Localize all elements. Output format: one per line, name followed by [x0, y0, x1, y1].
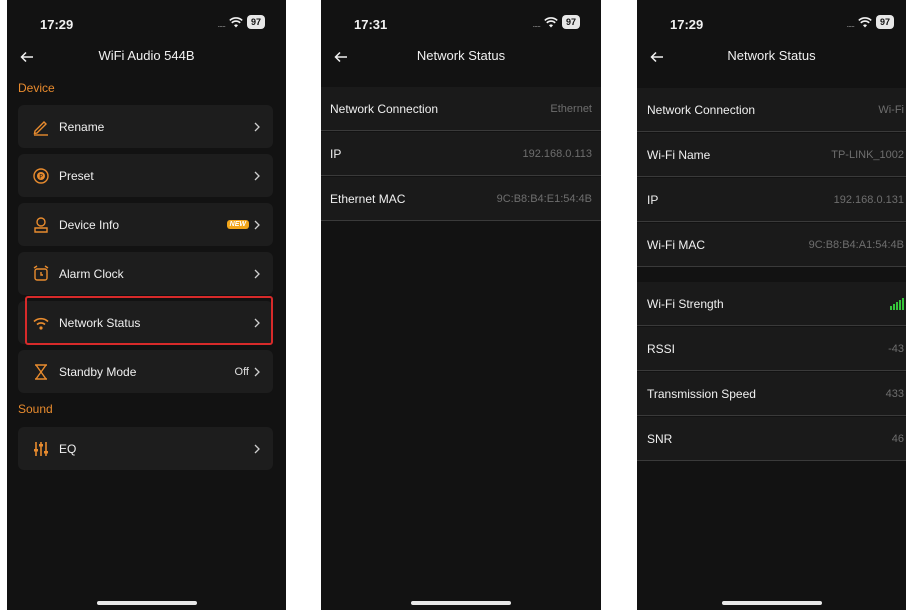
row-value: 9C:B8:B4:A1:54:4B — [808, 238, 904, 251]
eq-button[interactable]: EQ — [18, 427, 273, 470]
alarm-clock-button[interactable]: Alarm Clock — [18, 252, 273, 295]
pencil-icon — [32, 118, 50, 136]
network-status-label: Network Status — [59, 315, 141, 330]
signal-dots-icon: ..... — [217, 18, 225, 29]
row-value: 9C:B8:B4:E1:54:4B — [496, 192, 592, 205]
wifi-status-icon — [229, 16, 243, 27]
device-info-label: Device Info — [59, 217, 120, 232]
row-label: Ethernet MAC — [330, 191, 406, 206]
chevron-right-icon — [254, 444, 260, 453]
signal-dots-icon: ..... — [532, 18, 540, 29]
page-title: Network Status — [727, 48, 816, 63]
nav-bar: Network Status — [321, 45, 601, 73]
rename-label: Rename — [59, 119, 105, 134]
wifi-mac-row: Wi-Fi MAC 9C:B8:B4:A1:54:4B — [637, 223, 906, 267]
chevron-right-icon — [254, 318, 260, 327]
row-label: Transmission Speed — [647, 386, 756, 401]
row-value: 192.168.0.131 — [833, 193, 904, 206]
equalizer-icon — [32, 440, 50, 458]
standby-mode-label: Standby Mode — [59, 364, 137, 379]
hourglass-icon — [32, 363, 50, 381]
row-label: SNR — [647, 431, 673, 446]
chevron-right-icon — [254, 269, 260, 278]
ethernet-mac-row: Ethernet MAC 9C:B8:B4:E1:54:4B — [321, 177, 601, 221]
status-bar: 17:31 ..... 97 — [321, 0, 601, 45]
svg-text:P: P — [39, 173, 43, 180]
row-value: 46 — [891, 432, 904, 445]
rssi-row: RSSI -43 — [637, 327, 906, 371]
row-value: Ethernet — [550, 102, 592, 115]
nav-bar: WiFi Audio 544B — [7, 45, 286, 73]
preset-label: Preset — [59, 168, 94, 183]
device-settings-screen: 17:29 ..... 97 WiFi Audio 544B Device Re… — [7, 0, 286, 610]
wifi-name-row: Wi-Fi Name TP-LINK_1002 — [637, 133, 906, 177]
row-value: Wi-Fi — [878, 103, 904, 116]
person-icon — [32, 216, 50, 234]
ip-row: IP 192.168.0.113 — [321, 132, 601, 176]
signal-strength-icon — [890, 297, 904, 310]
row-value: -43 — [888, 342, 904, 355]
network-status-button[interactable]: Network Status — [18, 301, 273, 344]
transmission-speed-row: Transmission Speed 433 — [637, 372, 906, 416]
status-time: 17:31 — [354, 17, 388, 32]
wifi-strength-row: Wi-Fi Strength — [637, 282, 906, 326]
chevron-right-icon — [254, 220, 260, 229]
snr-row: SNR 46 — [637, 417, 906, 461]
row-value: 433 — [885, 387, 904, 400]
new-badge: NEW — [226, 220, 249, 229]
rename-button[interactable]: Rename — [18, 105, 273, 148]
row-label: IP — [647, 192, 659, 207]
standby-mode-value: Off — [234, 365, 249, 378]
preset-button[interactable]: P Preset — [18, 154, 273, 197]
row-label: IP — [330, 146, 342, 161]
home-indicator[interactable] — [721, 601, 822, 605]
device-info-button[interactable]: Device Info NEW — [18, 203, 273, 246]
row-label: Network Connection — [330, 101, 439, 116]
signal-dots-icon: ..... — [846, 18, 854, 29]
nav-bar: Network Status — [637, 45, 906, 73]
page-title: Network Status — [416, 48, 506, 63]
page-title: WiFi Audio 544B — [98, 48, 195, 63]
row-label: Wi-Fi MAC — [647, 237, 705, 252]
status-time: 17:29 — [40, 17, 74, 32]
row-label: Wi-Fi Name — [647, 147, 711, 162]
battery-indicator: 97 — [875, 15, 894, 29]
eq-label: EQ — [59, 441, 77, 456]
network-status-wifi-screen: 17:29 ..... 97 Network Status Network Co… — [637, 0, 906, 610]
row-value: 192.168.0.113 — [522, 147, 592, 160]
home-indicator[interactable] — [411, 601, 511, 605]
battery-indicator: 97 — [561, 15, 580, 29]
wifi-status-icon — [544, 16, 558, 27]
alarm-clock-label: Alarm Clock — [59, 266, 124, 281]
chevron-right-icon — [254, 367, 260, 376]
battery-indicator: 97 — [246, 15, 265, 29]
chevron-right-icon — [254, 171, 260, 180]
row-label: Network Connection — [647, 102, 756, 117]
alarm-clock-icon — [32, 264, 50, 283]
wifi-icon — [32, 314, 50, 332]
row-value: TP-LINK_1002 — [831, 148, 904, 161]
ip-row: IP 192.168.0.131 — [637, 178, 906, 222]
network-connection-row: Network Connection Ethernet — [321, 87, 601, 131]
chevron-right-icon — [254, 122, 260, 131]
standby-mode-button[interactable]: Standby Mode Off — [18, 350, 273, 393]
network-connection-row: Network Connection Wi-Fi — [637, 88, 906, 132]
preset-icon: P — [32, 167, 50, 185]
home-indicator[interactable] — [96, 601, 197, 605]
row-label: Wi-Fi Strength — [647, 296, 724, 311]
network-status-ethernet-screen: 17:31 ..... 97 Network Status Network Co… — [321, 0, 601, 610]
status-bar: 17:29 ..... 97 — [7, 0, 286, 45]
section-header-sound: Sound — [18, 402, 53, 416]
row-label: RSSI — [647, 341, 676, 356]
section-header-device: Device — [18, 81, 55, 95]
wifi-status-icon — [858, 16, 872, 27]
status-time: 17:29 — [670, 17, 704, 32]
status-bar: 17:29 ..... 97 — [637, 0, 906, 45]
